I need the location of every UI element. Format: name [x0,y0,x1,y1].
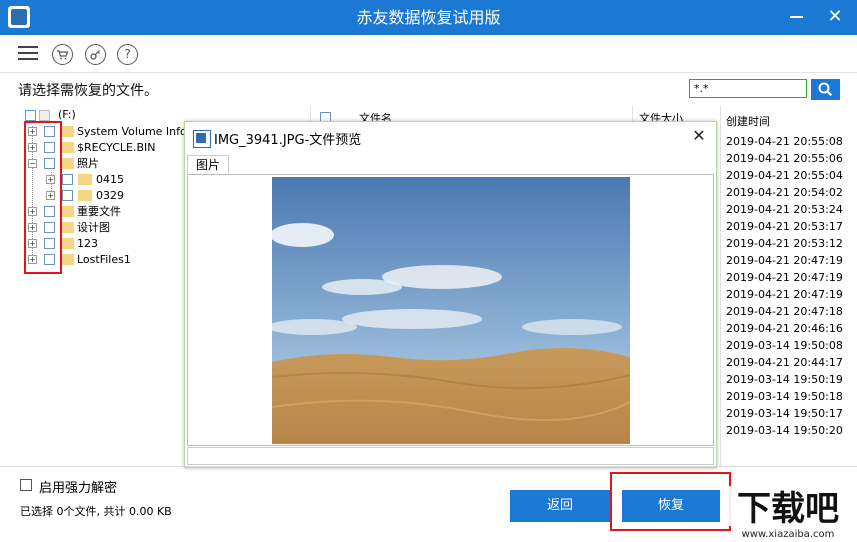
created-time-cell: 2019-03-14 19:50:17 [726,407,843,420]
tree-item-recycle-bin[interactable]: $RECYCLE.BIN [77,140,155,156]
created-time-cell: 2019-04-21 20:53:12 [726,237,843,250]
column-divider [632,106,633,122]
tree-item-0415[interactable]: 0415 [96,172,124,188]
created-time-cell: 2019-04-21 20:53:17 [726,220,843,233]
key-icon[interactable] [85,44,106,65]
created-time-cell: 2019-04-21 20:46:16 [726,322,843,335]
preview-dialog: IMG_3941.JPG-文件预览 ✕ 图片 [184,121,717,468]
folder-icon [60,254,74,265]
folder-icon [78,174,92,185]
created-time-cell: 2019-03-14 19:50:18 [726,390,843,403]
back-button[interactable]: 返回 [510,490,610,522]
created-time-cell: 2019-03-14 19:50:08 [726,339,843,352]
created-time-cell: 2019-03-14 19:50:19 [726,373,843,386]
tree-item-0329[interactable]: 0329 [96,188,124,204]
created-time-cell: 2019-04-21 20:44:17 [726,356,843,369]
folder-icon [60,126,74,137]
root-checkbox[interactable] [25,110,36,121]
folder-icon [78,190,92,201]
folder-icon [60,158,74,169]
app-logo-icon [193,130,211,148]
tree-item-important-files[interactable]: 重要文件 [77,204,121,220]
tree-item-lostfiles[interactable]: LostFiles1 [77,252,131,268]
image-preview-frame [187,174,714,446]
preview-title: IMG_3941.JPG-文件预览 [214,133,362,148]
menu-icon[interactable] [18,45,38,61]
folder-icon [60,222,74,233]
created-time-cell: 2019-04-21 20:47:19 [726,254,843,267]
window-title: 赤友数据恢复试用版 [356,8,501,27]
tab-image[interactable]: 图片 [187,155,229,174]
search-icon [818,82,833,97]
tree-checkbox[interactable] [62,190,73,201]
created-time-cell: 2019-04-21 20:55:08 [726,135,843,148]
minimize-icon[interactable] [790,16,803,18]
created-time-cell: 2019-03-14 19:50:20 [726,424,843,437]
created-time-cell: 2019-04-21 20:55:04 [726,169,843,182]
created-time-cell: 2019-04-21 20:54:02 [726,186,843,199]
toolbar-divider [0,72,857,73]
watermark-url: www.xiazaiba.com [742,529,835,539]
tree-item-photos[interactable]: 照片 [77,156,99,172]
column-divider [720,106,721,466]
folder-icon [60,206,74,217]
root-drive-icon [39,110,50,121]
key-glyph [90,50,100,60]
cart-icon[interactable] [52,44,73,65]
watermark-graphic: 下载吧 www.xiazaiba.com [722,486,853,540]
tree-item-design[interactable]: 设计图 [77,220,110,236]
tree-item-123[interactable]: 123 [77,236,98,252]
recover-button[interactable]: 恢复 [622,490,720,522]
watermark-logo: 下载吧 www.xiazaiba.com [720,484,857,540]
tree-checkbox[interactable] [62,174,73,185]
created-time-column: 2019-04-21 20:55:08 2019-04-21 20:55:06 20… [726,133,843,439]
created-time-cell: 2019-04-21 20:47:18 [726,305,843,318]
close-icon[interactable]: ✕ [826,8,844,26]
title-bar: 赤友数据恢复试用版 ✕ [0,0,857,35]
created-time-cell: 2019-04-21 20:55:06 [726,152,843,165]
folder-icon [60,238,74,249]
force-decrypt-checkbox[interactable] [20,479,32,491]
selection-status: 已选择 0个文件, 共计 0.00 KB [20,505,172,518]
force-decrypt-label[interactable]: 启用强力解密 [39,477,117,496]
instruction-text: 请选择需恢复的文件。 [18,83,158,99]
checkbox-highlight-box [24,121,62,274]
folder-icon [60,142,74,153]
file-filter-input[interactable] [689,79,807,98]
column-header-created[interactable]: 创建时间 [726,113,770,129]
close-icon[interactable]: ✕ [691,128,707,144]
search-button[interactable] [811,79,840,100]
help-icon[interactable]: ? [117,44,138,65]
created-time-cell: 2019-04-21 20:53:24 [726,203,843,216]
cart-glyph [57,50,69,60]
created-time-cell: 2019-04-21 20:47:19 [726,288,843,301]
preview-image [272,177,630,444]
preview-status-strip [187,447,714,465]
desert-photo [272,177,630,444]
created-time-cell: 2019-04-21 20:47:19 [726,271,843,284]
footer-divider [0,466,857,467]
watermark-text: 下载吧 [737,489,839,529]
